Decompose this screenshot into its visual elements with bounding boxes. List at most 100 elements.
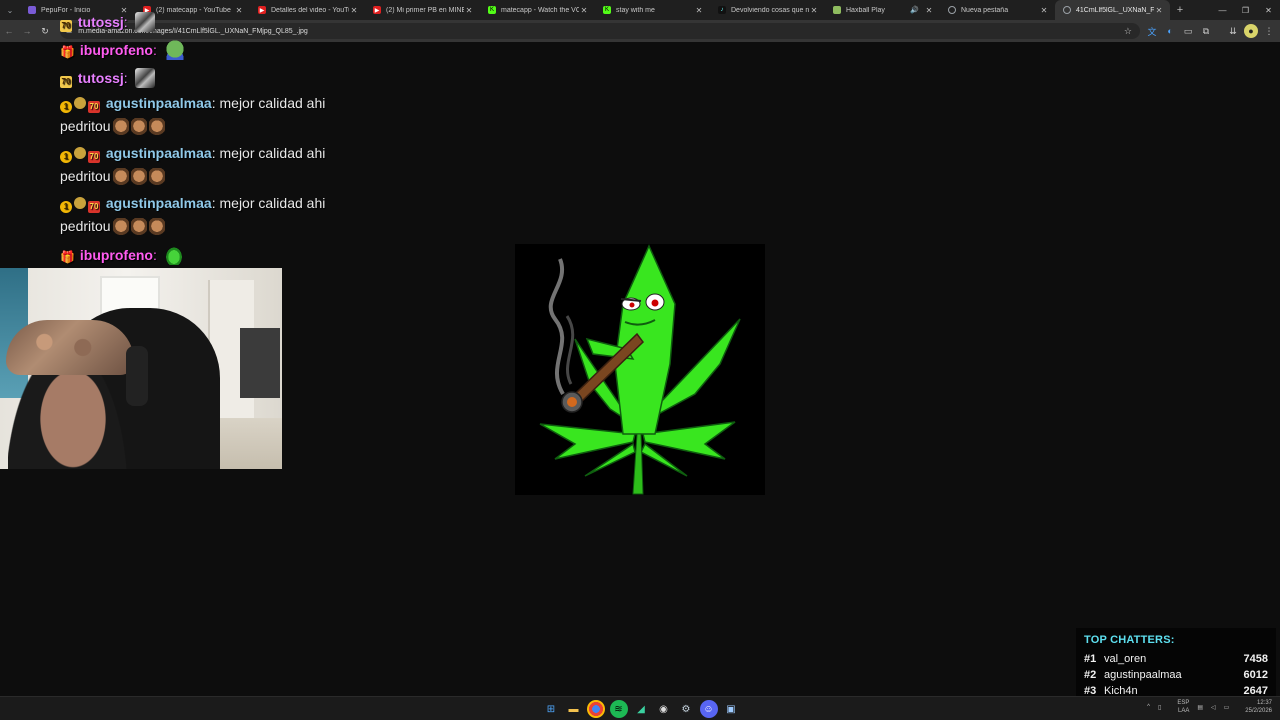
language-indicator[interactable]: ESP LAA xyxy=(1169,699,1189,715)
chevron-down-icon[interactable]: ⌄ xyxy=(0,0,20,20)
usb-icon[interactable]: ▯ xyxy=(1158,704,1161,711)
clock[interactable]: 12:37 25/2/2026 xyxy=(1237,699,1272,715)
extension-icon[interactable]: ◐ xyxy=(1163,24,1177,38)
chat-message-continued: pedritou xyxy=(60,218,165,236)
founder-badge-icon: 1 xyxy=(60,101,72,113)
file-explorer-icon[interactable]: ▬ xyxy=(565,700,583,718)
tab-label: Nueva pestaña xyxy=(961,6,1009,14)
chatter-name: val_oren xyxy=(1104,653,1147,665)
chat-message-continued: pedritou xyxy=(60,168,165,186)
chat-message: 70 tutossj: xyxy=(60,68,155,88)
face-emote-icon xyxy=(148,218,165,236)
chatter-score: 7458 xyxy=(1243,653,1268,665)
close-window-icon[interactable]: ✕ xyxy=(1257,0,1280,20)
chatter-rank: #2 xyxy=(1084,669,1097,681)
webcam-shelf xyxy=(240,328,280,398)
chrome-icon[interactable] xyxy=(587,700,605,718)
address-bar[interactable]: ☰ m.media-amazon.com/images/I/41CmLlf5lG… xyxy=(60,23,1140,39)
tiktok-favicon-icon: ♪ xyxy=(718,6,726,14)
tab-label: Detalles del video - YouTube xyxy=(271,6,349,14)
close-icon[interactable]: ✕ xyxy=(694,6,704,15)
top-chatters-title: TOP CHATTERS: xyxy=(1084,634,1175,646)
youtube-favicon-icon: ▶ xyxy=(373,6,381,14)
chat-message: 1 70 agustinpaalmaa: mejor calidad ahi xyxy=(60,195,325,213)
tab-detalles-video[interactable]: ▶ Detalles del video - YouTube✕ xyxy=(250,0,365,20)
chat-colon: : xyxy=(153,42,157,58)
speaker-icon[interactable]: 🔊 xyxy=(910,6,919,14)
chat-username: ibuprofeno xyxy=(79,42,153,58)
battery-icon[interactable]: ▭ xyxy=(1224,704,1230,711)
obs-icon[interactable]: ◉ xyxy=(655,700,673,718)
translate-extension-icon[interactable]: 文 xyxy=(1145,24,1159,38)
sun-badge-icon xyxy=(74,197,86,209)
minimize-icon[interactable]: — xyxy=(1211,0,1234,20)
close-icon[interactable]: ✕ xyxy=(1154,6,1164,15)
plus-icon[interactable]: + xyxy=(1172,4,1188,16)
face-emote-icon xyxy=(148,168,165,186)
tab-minecraft-pb[interactable]: ▶ (2) Mi primer PB en MINECRAFT✕ xyxy=(365,0,480,20)
chat-text: pedritou xyxy=(60,168,111,184)
tab-haxball[interactable]: Haxball Play 🔊 ✕ xyxy=(825,0,940,20)
puzzle-extensions-icon[interactable]: ⧉ xyxy=(1199,24,1213,38)
chat-username: tutossj xyxy=(77,70,124,86)
face-emote-icon xyxy=(112,168,129,186)
download-icon[interactable]: ⇊ xyxy=(1226,24,1240,38)
close-icon[interactable]: ✕ xyxy=(234,6,244,15)
chatter-row: #1 val_oren 7458 xyxy=(1084,651,1268,667)
sidebar-icon[interactable]: ▭ xyxy=(1181,24,1195,38)
chat-username: agustinpaalmaa xyxy=(105,95,212,111)
close-icon[interactable]: ✕ xyxy=(464,6,474,15)
chevron-up-icon[interactable]: ^ xyxy=(1147,704,1150,710)
close-icon[interactable]: ✕ xyxy=(924,6,934,15)
sub-badge-icon: 70 xyxy=(88,201,100,213)
tab-kick-vod[interactable]: Kmatecapp - Watch the VOD of✕ xyxy=(480,0,595,20)
reload-icon[interactable]: ↻ xyxy=(36,26,54,37)
back-arrow-icon[interactable]: ← xyxy=(0,26,18,36)
spotify-icon[interactable]: ≋ xyxy=(609,700,628,718)
clock-date: 25/2/2026 xyxy=(1245,708,1272,714)
steam-icon[interactable]: ⚙ xyxy=(677,700,695,718)
chat-message: 1 70 agustinpaalmaa: mejor calidad ahi xyxy=(60,95,325,113)
chat-text: pedritou xyxy=(60,218,111,234)
tab-nueva-pestana[interactable]: Nueva pestaña ✕ xyxy=(940,0,1055,20)
kick-favicon-icon: K xyxy=(603,6,611,14)
sun-badge-icon xyxy=(74,147,86,159)
tab-image-active[interactable]: 41CmLlf5lGL._UXNaN_FMjpg✕ xyxy=(1055,0,1170,20)
discord-icon[interactable]: ☺ xyxy=(699,700,718,718)
system-tray: ^ ▯ ESP LAA ▤ ◁ ▭ 12:37 25/2/2026 xyxy=(1139,699,1272,715)
window-controls: — ❐ ✕ xyxy=(1211,0,1280,20)
kebab-menu-icon[interactable]: ⋮ xyxy=(1262,24,1276,38)
chat-username: agustinpaalmaa xyxy=(105,195,212,211)
webcam-cap xyxy=(6,320,134,375)
chat-colon: : xyxy=(211,195,220,211)
app-icon[interactable]: ◢ xyxy=(632,700,650,718)
face-emote-icon xyxy=(130,218,147,236)
face-emote-icon xyxy=(148,118,165,136)
tab-label: Devolviendo cosas que no xyxy=(731,6,809,14)
tab-label: 41CmLlf5lGL._UXNaN_FMjpg xyxy=(1076,6,1154,14)
gift-badge-icon: 🎁 xyxy=(60,45,75,59)
face-emote-icon xyxy=(130,118,147,136)
sub-badge-icon: 70 xyxy=(60,76,72,88)
emote-image xyxy=(134,68,155,88)
close-icon[interactable]: ✕ xyxy=(349,6,359,15)
close-icon[interactable]: ✕ xyxy=(579,6,589,15)
chat-username: ibuprofeno xyxy=(79,247,153,263)
forward-arrow-icon[interactable]: → xyxy=(18,26,36,36)
founder-badge-icon: 1 xyxy=(60,151,72,163)
close-icon[interactable]: ✕ xyxy=(1039,6,1049,15)
network-icon[interactable]: ▤ xyxy=(1197,704,1203,711)
chatter-name: agustinpaalmaa xyxy=(1104,669,1182,681)
windows-start-icon[interactable]: ⊞ xyxy=(542,700,560,718)
tab-label: (2) matecapp - YouTube xyxy=(156,6,231,14)
chatter-score: 6012 xyxy=(1243,669,1268,681)
maximize-icon[interactable]: ❐ xyxy=(1234,0,1257,20)
chat-message: 1 70 agustinpaalmaa: mejor calidad ahi xyxy=(60,145,325,163)
app-window-icon[interactable]: ▣ xyxy=(722,700,740,718)
volume-icon[interactable]: ◁ xyxy=(1211,704,1216,711)
close-icon[interactable]: ✕ xyxy=(809,6,819,15)
star-icon[interactable]: ☆ xyxy=(1124,26,1132,37)
profile-avatar[interactable]: ● xyxy=(1244,24,1258,38)
tab-stay-with-me[interactable]: Kstay with me ✕ xyxy=(595,0,710,20)
tab-devolviendo-cosas[interactable]: ♪ Devolviendo cosas que no ✕ xyxy=(710,0,825,20)
